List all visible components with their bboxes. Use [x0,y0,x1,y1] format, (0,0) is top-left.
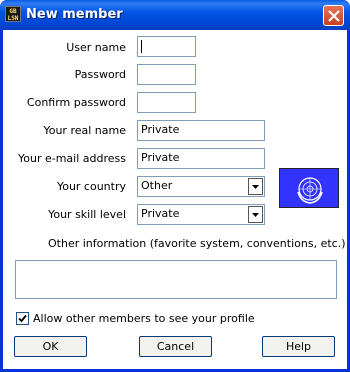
email-label: Your e-mail address [18,152,126,165]
password-field[interactable] [137,64,196,85]
allow-profile-label[interactable]: Allow other members to see your profile [33,312,255,325]
checkmark-icon [18,314,27,323]
real-name-field[interactable]: Private [137,120,265,141]
real-name-value: Private [141,123,180,136]
username-label: User name [66,41,126,54]
other-info-textarea[interactable] [15,260,337,299]
country-value: Other [141,179,173,192]
new-member-dialog: GB LSN New member User name Password Conf… [0,0,350,372]
chevron-down-icon [252,185,259,189]
window-title: New member [26,7,123,22]
app-icon: GB LSN [5,6,21,22]
close-icon [328,10,340,22]
confirm-password-field[interactable] [137,92,196,113]
password-label: Password [74,68,126,81]
country-dropdown-button[interactable] [248,178,263,195]
chevron-down-icon [252,213,259,217]
real-name-label: Your real name [43,124,126,137]
title-bar[interactable]: GB LSN New member [0,0,350,30]
cancel-button[interactable]: Cancel [139,336,212,357]
skill-level-label: Your skill level [48,208,126,221]
dialog-body: User name Password Confirm password Your… [3,30,347,369]
country-flag [279,168,339,208]
ok-button[interactable]: OK [14,336,87,357]
confirm-password-label: Confirm password [26,96,126,109]
skill-dropdown-button[interactable] [248,206,263,223]
email-field[interactable]: Private [137,148,265,169]
help-button[interactable]: Help [262,336,335,357]
other-info-label: Other information (favorite system, conv… [48,237,346,250]
email-value: Private [141,151,180,164]
country-label: Your country [56,180,126,193]
country-select[interactable]: Other [137,176,265,197]
text-cursor [141,40,142,53]
username-field[interactable] [137,36,196,57]
allow-profile-checkbox[interactable] [16,312,29,325]
skill-level-value: Private [141,207,180,220]
close-button[interactable] [323,5,344,26]
skill-level-select[interactable]: Private [137,204,265,225]
un-flag-icon [297,177,323,204]
